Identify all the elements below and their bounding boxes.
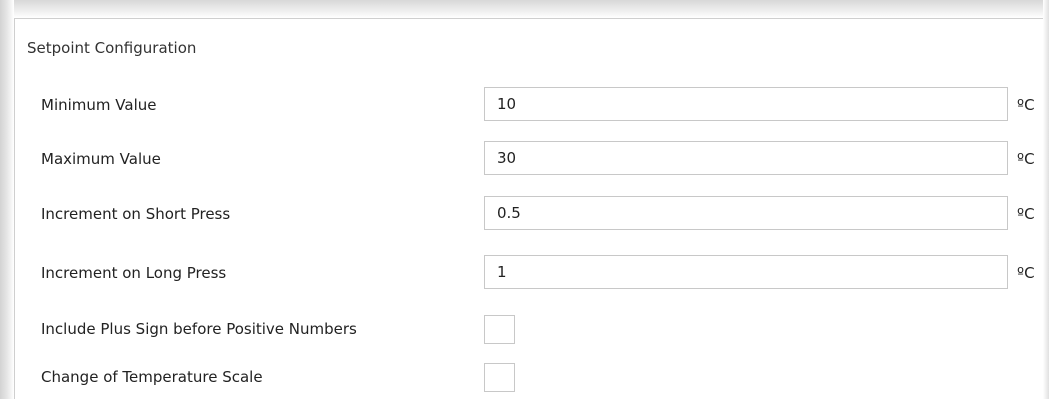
- maximum-value-unit: ºC: [1017, 150, 1035, 168]
- window-shadow-left: [0, 0, 14, 399]
- short-press-increment-input[interactable]: [484, 196, 1008, 230]
- minimum-value-unit: ºC: [1017, 96, 1035, 114]
- maximum-value-label: Maximum Value: [41, 150, 161, 168]
- temperature-scale-checkbox[interactable]: [484, 363, 515, 392]
- config-window: Setpoint Configuration Minimum Value ºC …: [0, 0, 1049, 399]
- plus-sign-checkbox[interactable]: [484, 315, 515, 344]
- plus-sign-row: Include Plus Sign before Positive Number…: [15, 314, 1044, 350]
- maximum-value-input[interactable]: [484, 141, 1008, 175]
- long-press-increment-unit: ºC: [1017, 264, 1035, 282]
- short-press-increment-row: Increment on Short Press ºC: [15, 196, 1044, 232]
- short-press-increment-unit: ºC: [1017, 205, 1035, 223]
- long-press-increment-row: Increment on Long Press ºC: [15, 255, 1044, 291]
- minimum-value-label: Minimum Value: [41, 96, 157, 114]
- window-shadow-top: [0, 0, 1049, 18]
- temperature-scale-label: Change of Temperature Scale: [41, 368, 263, 386]
- maximum-value-row: Maximum Value ºC: [15, 141, 1044, 177]
- setpoint-configuration-panel: Setpoint Configuration Minimum Value ºC …: [14, 18, 1043, 399]
- temperature-scale-row: Change of Temperature Scale: [15, 362, 1044, 398]
- section-title: Setpoint Configuration: [27, 39, 197, 57]
- minimum-value-row: Minimum Value ºC: [15, 87, 1044, 123]
- long-press-increment-input[interactable]: [484, 255, 1008, 289]
- short-press-increment-label: Increment on Short Press: [41, 205, 231, 223]
- plus-sign-label: Include Plus Sign before Positive Number…: [41, 320, 357, 338]
- long-press-increment-label: Increment on Long Press: [41, 264, 227, 282]
- minimum-value-input[interactable]: [484, 87, 1008, 121]
